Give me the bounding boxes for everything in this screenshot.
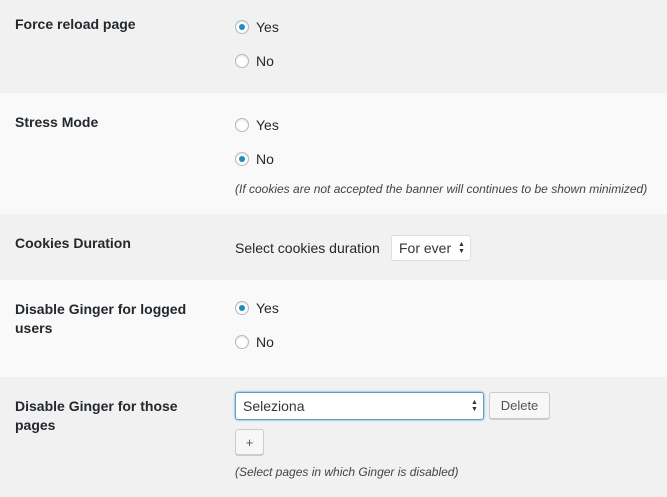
cookies-duration-label: Cookies Duration: [15, 235, 131, 251]
disable-pages-label: Disable Ginger for those pages: [15, 398, 178, 433]
force-reload-yes-option[interactable]: Yes: [235, 17, 279, 37]
disable-logged-label: Disable Ginger for logged users: [15, 301, 187, 336]
disable-logged-no-option[interactable]: No: [235, 332, 274, 352]
disable-logged-yes-text: Yes: [256, 300, 279, 316]
delete-page-button[interactable]: Delete: [489, 392, 550, 419]
setting-row-disable-pages: Disable Ginger for those pages Seleziona…: [0, 377, 667, 497]
force-reload-label: Force reload page: [15, 16, 136, 32]
stress-mode-no-radio[interactable]: [235, 152, 249, 166]
setting-row-cookies-duration: Cookies Duration Select cookies duration…: [0, 214, 667, 280]
disable-logged-yes-radio[interactable]: [235, 301, 249, 315]
setting-row-force-reload: Force reload page Yes No: [0, 0, 667, 93]
cookies-duration-select[interactable]: For ever ▲ ▼: [391, 235, 471, 261]
disable-pages-field: Seleziona ▲ ▼ Delete + (Select pages in w…: [235, 392, 655, 492]
force-reload-no-option[interactable]: No: [235, 51, 274, 71]
cookies-duration-field: Select cookies duration For ever ▲ ▼: [235, 235, 655, 263]
pages-selected: Seleziona: [243, 398, 305, 414]
setting-row-stress-mode: Stress Mode Yes No (If cookies are not a…: [0, 93, 667, 214]
setting-row-disable-logged: Disable Ginger for logged users Yes No: [0, 280, 667, 377]
disable-logged-no-radio[interactable]: [235, 335, 249, 349]
add-page-button[interactable]: +: [235, 429, 264, 455]
stress-mode-yes-option[interactable]: Yes: [235, 115, 279, 135]
disable-logged-no-text: No: [256, 334, 274, 350]
force-reload-no-text: No: [256, 53, 274, 69]
disable-pages-note: (Select pages in which Ginger is disable…: [235, 465, 459, 479]
force-reload-yes-text: Yes: [256, 19, 279, 35]
stress-mode-no-text: No: [256, 151, 274, 167]
cookies-duration-prompt: Select cookies duration: [235, 240, 380, 256]
cookies-duration-selected: For ever: [399, 240, 452, 256]
stress-mode-no-option[interactable]: No: [235, 149, 274, 169]
stress-mode-label: Stress Mode: [15, 114, 99, 130]
stress-mode-yes-radio[interactable]: [235, 118, 249, 132]
disable-logged-yes-option[interactable]: Yes: [235, 298, 279, 318]
force-reload-yes-radio[interactable]: [235, 20, 249, 34]
select-arrows-icon: ▲ ▼: [471, 399, 478, 413]
stress-mode-note: (If cookies are not accepted the banner …: [235, 182, 648, 196]
pages-select[interactable]: Seleziona ▲ ▼: [235, 392, 484, 420]
stress-mode-yes-text: Yes: [256, 117, 279, 133]
select-arrows-icon: ▲ ▼: [458, 241, 465, 255]
force-reload-no-radio[interactable]: [235, 54, 249, 68]
